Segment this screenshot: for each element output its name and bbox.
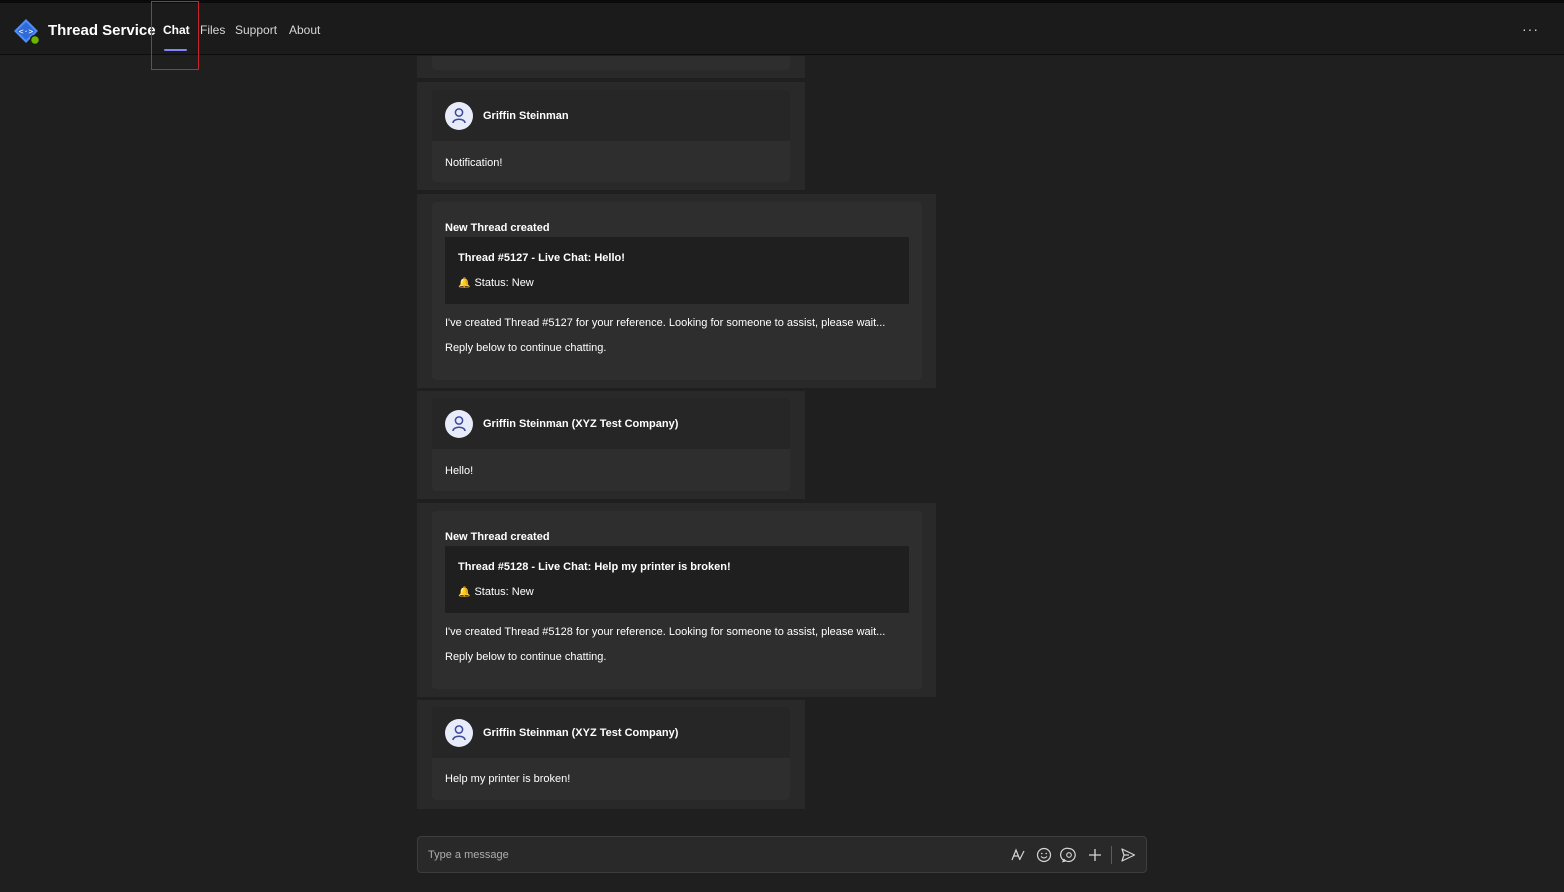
message-author: Griffin Steinman (XYZ Test Company) [483, 418, 679, 430]
message-panel: Griffin Steinman (XYZ Test Company) Hell… [417, 391, 805, 499]
tab-about[interactable]: About [289, 23, 320, 37]
person-icon [452, 416, 466, 432]
thread-card-title: New Thread created [445, 222, 550, 234]
avatar[interactable] [445, 410, 473, 438]
message-card: Griffin Steinman (XYZ Test Company) Help… [432, 707, 790, 800]
thread-card: New Thread created Thread #5127 - Live C… [432, 202, 922, 380]
person-icon [452, 108, 466, 124]
sticker-icon[interactable] [1060, 846, 1078, 864]
app-title: Thread Service [48, 22, 156, 39]
message-panel: Griffin Steinman (XYZ Test Company) Help… [417, 700, 805, 809]
thread-status: 🔔 Status: New [458, 586, 534, 598]
thread-status-text: Status: New [474, 277, 534, 289]
thread-summary[interactable]: Thread #5127 - Live Chat: Hello! 🔔 Status… [445, 237, 909, 304]
avatar[interactable] [445, 719, 473, 747]
emoji-icon[interactable] [1035, 846, 1053, 864]
thread-info-line: I've created Thread #5127 for your refer… [445, 317, 886, 329]
message-card: Griffin Steinman Notification! [432, 90, 790, 182]
message-author: Griffin Steinman [483, 110, 569, 122]
thread-panel: New Thread created Thread #5128 - Live C… [417, 503, 936, 697]
send-icon[interactable] [1119, 846, 1137, 864]
thread-panel: New Thread created Thread #5127 - Live C… [417, 194, 936, 388]
message-panel: Griffin Steinman Notification! [417, 82, 805, 190]
tab-chat[interactable]: Chat [163, 23, 190, 37]
format-icon[interactable] [1009, 846, 1027, 864]
message-text: Hello! [445, 465, 474, 477]
bell-icon: 🔔 [458, 278, 471, 289]
thread-status-text: Status: New [474, 586, 534, 598]
message-card-previous [432, 56, 790, 70]
message-panel-previous [417, 56, 805, 78]
thread-info-line: I've created Thread #5128 for your refer… [445, 626, 886, 638]
avatar[interactable] [445, 102, 473, 130]
more-options-icon[interactable]: ··· [1522, 21, 1542, 37]
tab-files[interactable]: Files [200, 23, 225, 37]
thread-card: New Thread created Thread #5128 - Live C… [432, 511, 922, 689]
message-text: Notification! [445, 157, 503, 169]
active-tab-indicator [164, 49, 187, 51]
composer-divider [1111, 846, 1112, 864]
thread-card-title: New Thread created [445, 531, 550, 543]
thread-reply-hint: Reply below to continue chatting. [445, 651, 607, 663]
tab-support[interactable]: Support [235, 23, 277, 37]
message-header: Griffin Steinman (XYZ Test Company) [432, 707, 790, 758]
thread-reply-hint: Reply below to continue chatting. [445, 342, 607, 354]
svg-text:<·>: <·> [19, 27, 34, 36]
app-logo-icon: <·> [14, 19, 40, 45]
message-header: Griffin Steinman (XYZ Test Company) [432, 398, 790, 449]
message-text: Help my printer is broken! [445, 773, 571, 785]
message-author: Griffin Steinman (XYZ Test Company) [483, 727, 679, 739]
thread-name: Thread #5127 - Live Chat: Hello! [458, 252, 625, 264]
thread-name: Thread #5128 - Live Chat: Help my printe… [458, 561, 731, 573]
app-header: <·> Thread Service Chat Files Support Ab… [0, 3, 1564, 55]
thread-status: 🔔 Status: New [458, 277, 534, 289]
bell-icon: 🔔 [458, 587, 471, 598]
thread-summary[interactable]: Thread #5128 - Live Chat: Help my printe… [445, 546, 909, 613]
message-composer [417, 836, 1147, 873]
message-header: Griffin Steinman [432, 90, 790, 141]
person-icon [452, 725, 466, 741]
message-card: Griffin Steinman (XYZ Test Company) Hell… [432, 398, 790, 491]
message-input[interactable] [428, 846, 988, 864]
attach-icon[interactable] [1086, 846, 1104, 864]
